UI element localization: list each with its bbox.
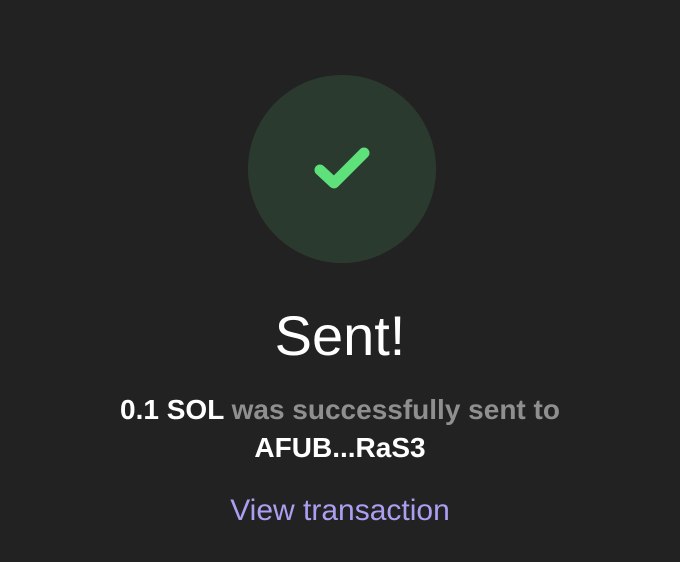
send-success-screen: Sent! 0.1 SOL was successfully sent to A…: [0, 0, 680, 562]
checkmark-icon: [314, 147, 370, 189]
success-circle: [248, 75, 436, 263]
page-title: Sent!: [274, 304, 406, 367]
send-summary: 0.1 SOL was successfully sent to AFUB...…: [0, 391, 680, 467]
sent-amount: 0.1 SOL: [120, 394, 224, 425]
view-transaction-link[interactable]: View transaction: [0, 491, 680, 531]
sent-message-text: was successfully sent to: [223, 394, 560, 425]
recipient-address: AFUB...RaS3: [254, 432, 426, 463]
